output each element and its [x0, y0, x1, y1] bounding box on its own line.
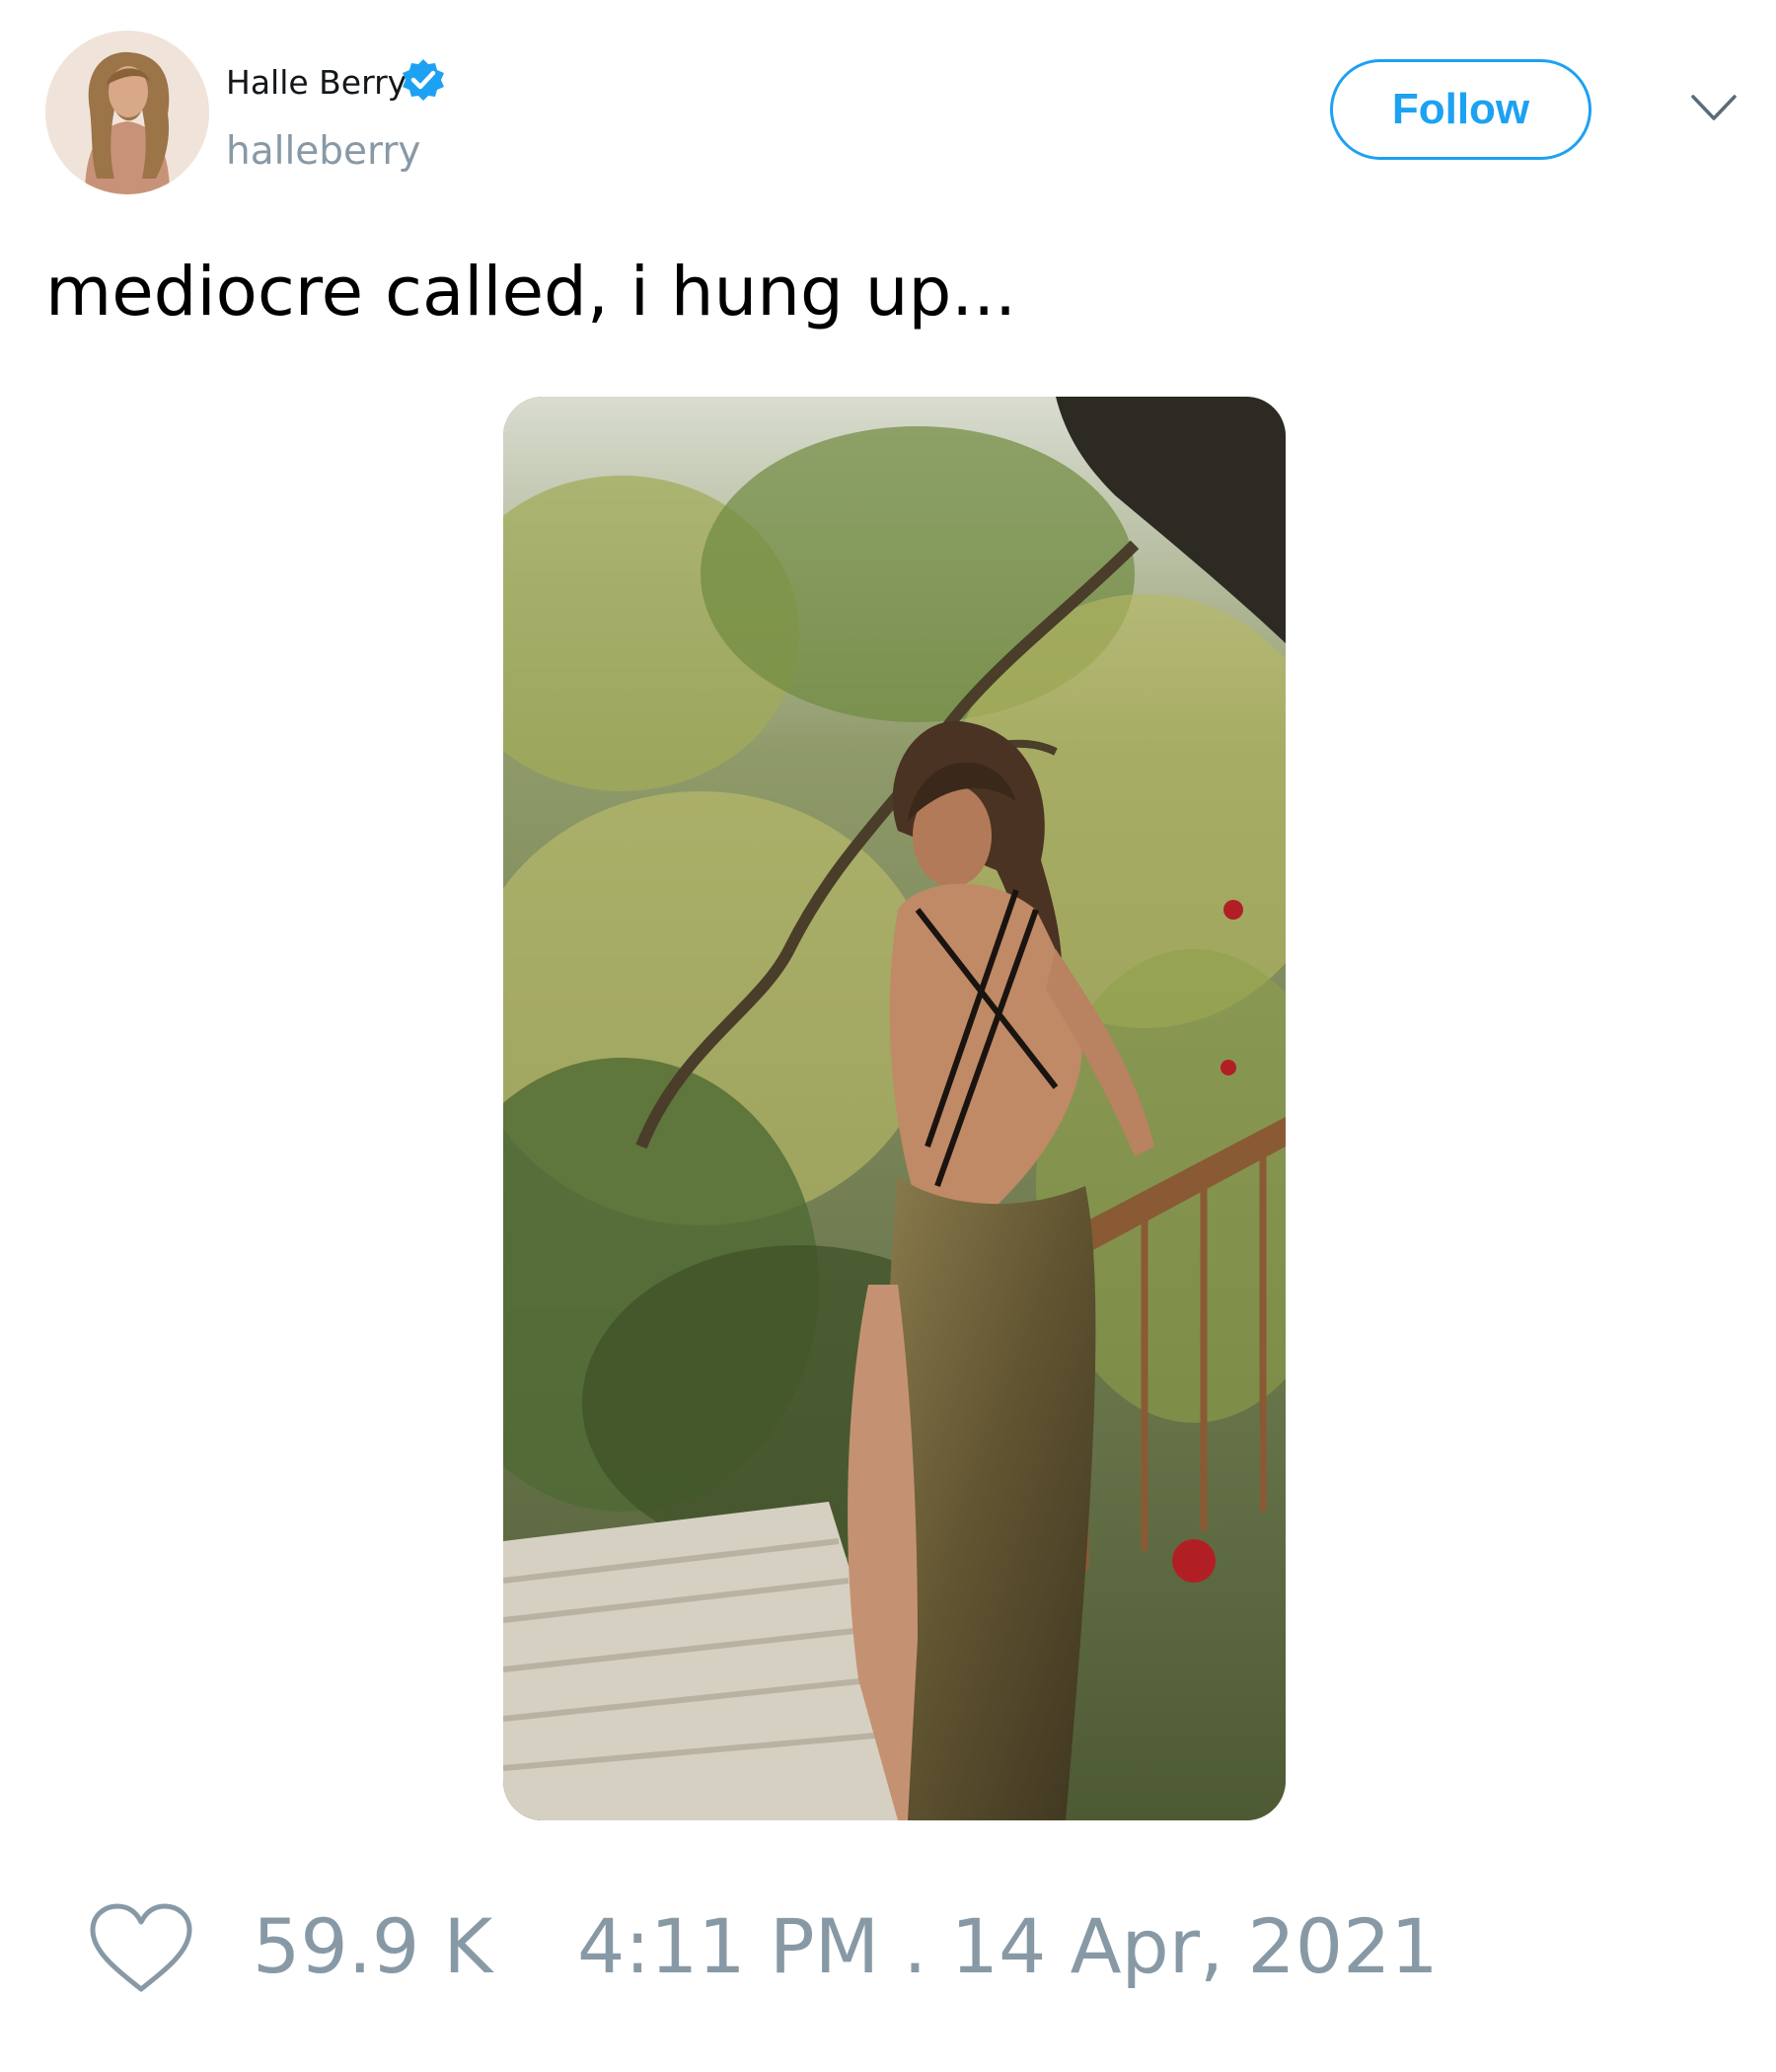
- verified-badge-icon: [400, 57, 447, 105]
- author-display-name[interactable]: Halle Berry: [226, 63, 407, 103]
- tweet-text: mediocre called, i hung up...: [45, 253, 1017, 332]
- like-count: 59.9 K: [253, 1902, 493, 1990]
- author-handle[interactable]: halleberry: [226, 129, 421, 175]
- heart-icon[interactable]: [87, 1900, 195, 1997]
- avatar-photo: [45, 31, 209, 194]
- tweet-photo[interactable]: [503, 397, 1286, 1820]
- avatar[interactable]: [45, 31, 209, 194]
- follow-button[interactable]: Follow: [1330, 59, 1591, 160]
- tweet-timestamp[interactable]: 4:11 PM . 14 Apr, 2021: [577, 1902, 1439, 1991]
- chevron-down-icon[interactable]: [1689, 89, 1739, 128]
